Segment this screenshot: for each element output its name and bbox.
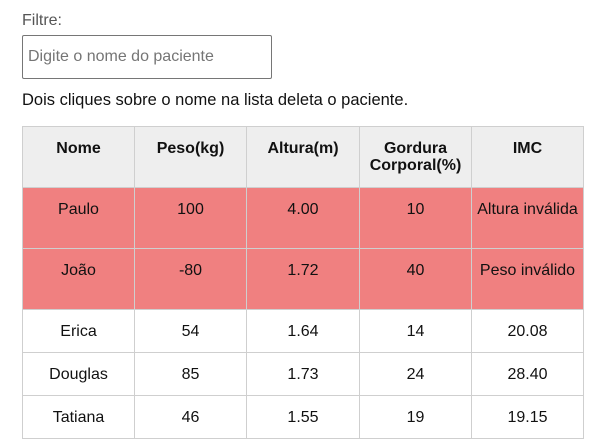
patient-height-cell: 1.73 — [246, 352, 360, 396]
table-row[interactable]: Erica 54 1.64 14 20.08 — [22, 309, 584, 353]
column-header-body-fat[interactable]: Gordura Corporal(%) — [359, 126, 472, 188]
patient-height-cell: 1.55 — [246, 395, 360, 439]
patient-weight-cell: 100 — [134, 187, 247, 249]
patient-bmi-cell: Peso inválido — [471, 248, 584, 310]
filter-label: Filtre: — [22, 12, 62, 29]
patients-table: Nome Peso(kg) Altura(m) Gordura Corporal… — [22, 126, 584, 439]
patient-weight-cell: 54 — [134, 309, 247, 353]
patient-body-fat-cell: 10 — [359, 187, 472, 249]
patient-weight-cell: -80 — [134, 248, 247, 310]
table-header: Nome Peso(kg) Altura(m) Gordura Corporal… — [22, 126, 584, 188]
table-header-row: Nome Peso(kg) Altura(m) Gordura Corporal… — [22, 126, 584, 188]
patient-body-fat-cell: 40 — [359, 248, 472, 310]
table-row[interactable]: João -80 1.72 40 Peso inválido — [22, 248, 584, 310]
patient-height-cell: 1.72 — [246, 248, 360, 310]
table-row[interactable]: Tatiana 46 1.55 19 19.15 — [22, 395, 584, 439]
patient-name-cell[interactable]: Tatiana — [22, 395, 135, 439]
search-input[interactable] — [22, 35, 272, 79]
page: Filtre: Dois cliques sobre o nome na lis… — [0, 0, 607, 448]
patient-bmi-cell: 19.15 — [471, 395, 584, 439]
column-header-name[interactable]: Nome — [22, 126, 135, 188]
patient-weight-cell: 46 — [134, 395, 247, 439]
patient-bmi-cell: 20.08 — [471, 309, 584, 353]
column-header-weight[interactable]: Peso(kg) — [134, 126, 247, 188]
patient-height-cell: 1.64 — [246, 309, 360, 353]
patient-name-cell[interactable]: João — [22, 248, 135, 310]
patient-height-cell: 4.00 — [246, 187, 360, 249]
patient-body-fat-cell: 19 — [359, 395, 472, 439]
patient-weight-cell: 85 — [134, 352, 247, 396]
table-row[interactable]: Paulo 100 4.00 10 Altura inválida — [22, 187, 584, 249]
patient-bmi-cell: Altura inválida — [471, 187, 584, 249]
table-row[interactable]: Douglas 85 1.73 24 28.40 — [22, 352, 584, 396]
patient-name-cell[interactable]: Douglas — [22, 352, 135, 396]
table-body: Paulo 100 4.00 10 Altura inválida João -80 1.72… — [22, 187, 584, 439]
patient-name-cell[interactable]: Erica — [22, 309, 135, 353]
column-header-bmi[interactable]: IMC — [471, 126, 584, 188]
patient-name-cell[interactable]: Paulo — [22, 187, 135, 249]
patient-body-fat-cell: 24 — [359, 352, 472, 396]
patient-body-fat-cell: 14 — [359, 309, 472, 353]
instructions-text: Dois cliques sobre o nome na lista delet… — [22, 91, 409, 109]
column-header-height[interactable]: Altura(m) — [246, 126, 360, 188]
patient-bmi-cell: 28.40 — [471, 352, 584, 396]
